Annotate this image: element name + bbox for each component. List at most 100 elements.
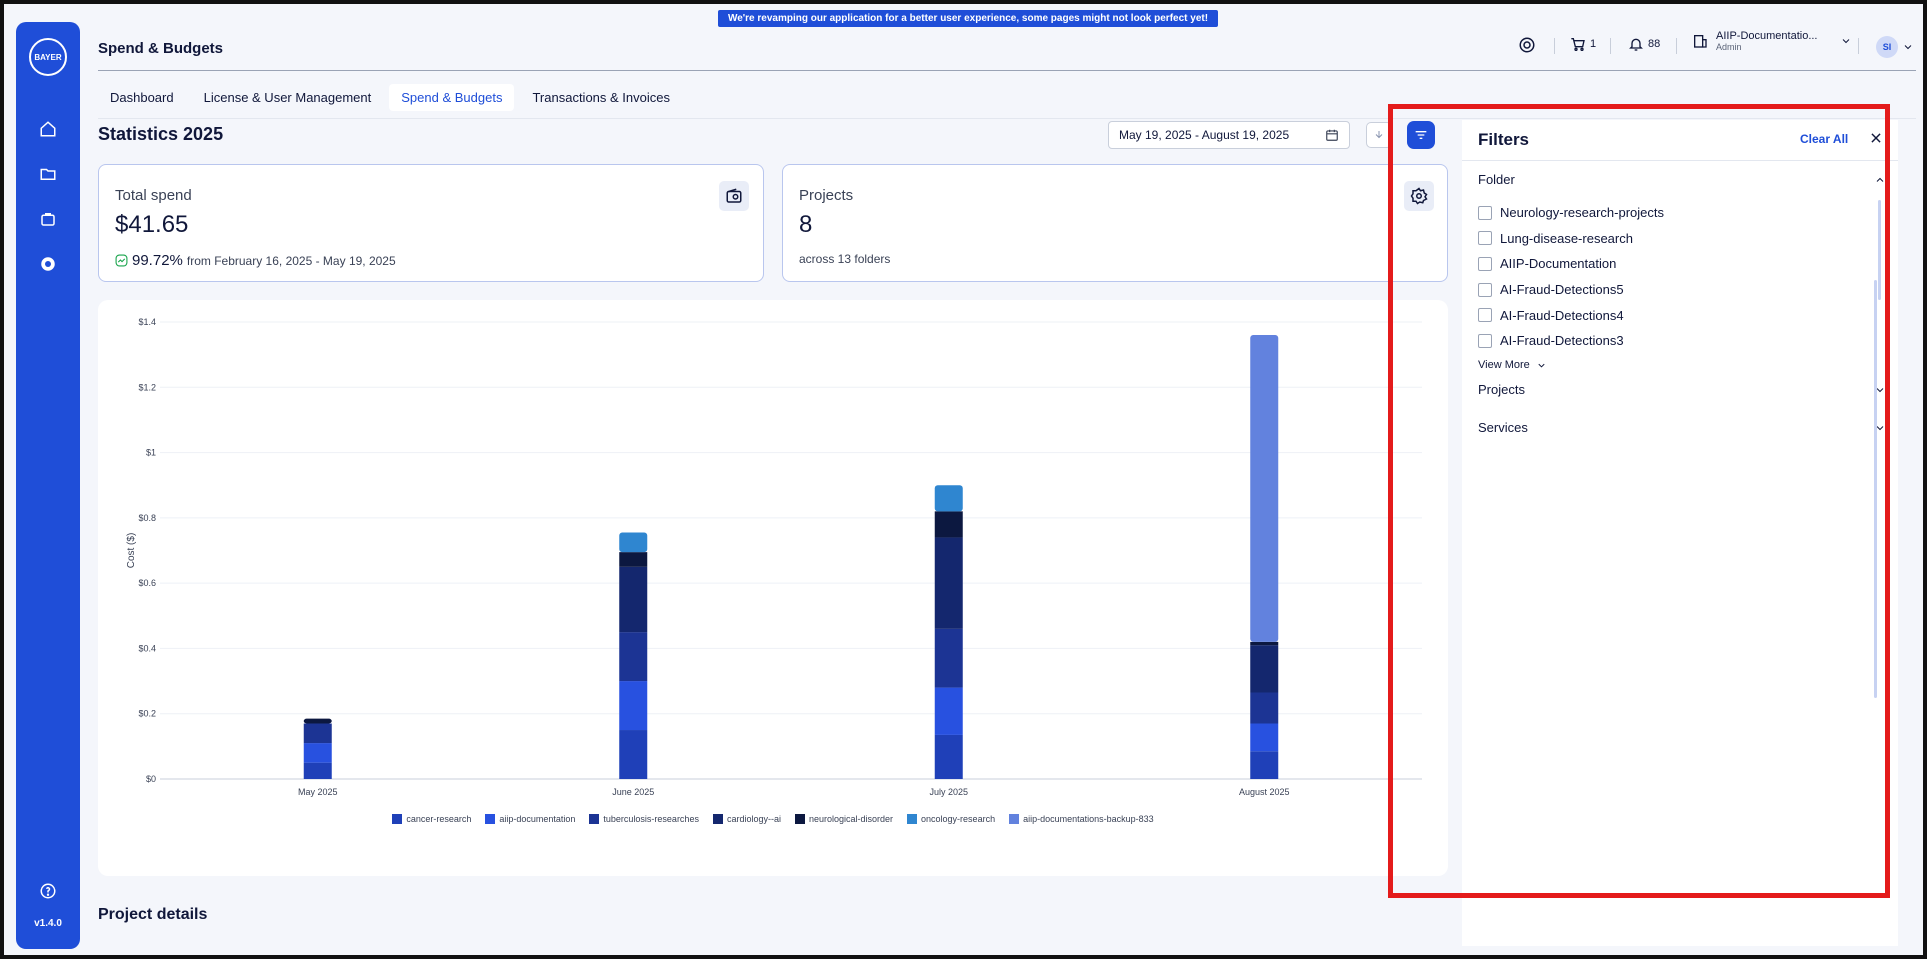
folder-option[interactable]: AI-Fraud-Detections3 xyxy=(1478,328,1664,354)
checkbox[interactable] xyxy=(1478,282,1492,297)
total-spend-card: Total spend $41.65 99.72% from February … xyxy=(98,164,764,282)
bag-icon xyxy=(41,213,55,226)
nav-folders[interactable] xyxy=(36,162,60,186)
legend-swatch xyxy=(907,814,918,824)
bar-segment xyxy=(619,566,648,633)
legend-item[interactable]: cardiology--ai xyxy=(712,814,781,824)
bar-segment xyxy=(934,537,963,629)
account-switcher[interactable]: AIIP-Documentatio... Admin xyxy=(1692,30,1852,52)
legend-item[interactable]: oncology-research xyxy=(907,814,995,824)
chevron-down-icon xyxy=(1842,39,1850,44)
page-scrollbar[interactable] xyxy=(1874,280,1877,698)
total-spend-label: Total spend xyxy=(115,187,192,204)
spend-chart: $0 $0.2 $0.4 $0.6 $0.8 $1 $1.2 $1.4 Cost ($) May … xyxy=(126,317,1422,797)
cart-count: 1 xyxy=(1590,38,1597,50)
folder-option[interactable]: AIIP-Documentation xyxy=(1478,251,1664,277)
legend-item[interactable]: aiip-documentation xyxy=(485,814,575,824)
y-tick-label: $0.6 xyxy=(138,578,156,588)
folder-option[interactable]: AI-Fraud-Detections4 xyxy=(1478,302,1664,328)
folder-option-label: Lung-disease-research xyxy=(1500,230,1633,246)
bar-segment xyxy=(934,485,963,512)
notification-count: 88 xyxy=(1648,38,1661,50)
spend-chart-card: $0 $0.2 $0.4 $0.6 $0.8 $1 $1.2 $1.4 Cost ($) May … xyxy=(98,300,1448,876)
projects-section-label: Projects xyxy=(1478,382,1525,397)
legend-swatch xyxy=(794,814,805,824)
folder-option-label: Neurology-research-projects xyxy=(1500,205,1665,221)
legend-item[interactable]: aiip-documentations-backup-833 xyxy=(1009,814,1154,824)
tab-spend-budgets[interactable]: Spend & Budgets xyxy=(389,84,515,111)
filter-icon xyxy=(1415,131,1427,139)
projects-sub: across 13 folders xyxy=(799,252,891,266)
y-tick-label: $0.4 xyxy=(138,643,156,653)
announcement-banner: We're revamping our application for a be… xyxy=(718,10,1218,27)
nav-help[interactable] xyxy=(36,879,60,903)
services-section-header[interactable]: Services xyxy=(1478,420,1886,435)
x-tick-label: July 2025 xyxy=(929,787,968,797)
view-more-label: View More xyxy=(1478,359,1530,371)
account-name: AIIP-Documentatio... xyxy=(1716,30,1818,42)
building-icon xyxy=(1694,34,1707,48)
support-button[interactable] xyxy=(1518,36,1536,54)
bar-segment xyxy=(619,552,648,567)
tab-license-user-management[interactable]: License & User Management xyxy=(192,84,384,111)
cart-button[interactable]: 1 xyxy=(1570,36,1596,52)
folder-option[interactable]: Neurology-research-projects xyxy=(1478,200,1664,226)
legend-swatch xyxy=(1009,814,1020,824)
y-tick-label: $1.4 xyxy=(138,317,156,327)
notifications-button[interactable]: 88 xyxy=(1628,36,1660,52)
view-more-button[interactable]: View More xyxy=(1478,359,1547,371)
nav-home[interactable] xyxy=(36,117,60,141)
folder-section-header[interactable]: Folder xyxy=(1478,172,1886,187)
legend-label: aiip-documentation xyxy=(499,814,576,824)
y-axis-label: Cost ($) xyxy=(126,533,137,569)
nav-settings[interactable] xyxy=(36,252,60,276)
legend-label: neurological-disorder xyxy=(808,814,894,824)
folder-option-label: AIIP-Documentation xyxy=(1500,256,1617,272)
folder-option[interactable]: Lung-disease-research xyxy=(1478,226,1664,252)
legend-item[interactable]: tuberculosis-researches xyxy=(589,814,699,824)
tab-transactions-invoices[interactable]: Transactions & Invoices xyxy=(520,84,682,111)
chart-legend: cancer-research aiip-documentation tubercu… xyxy=(98,814,1448,824)
close-filters-button[interactable] xyxy=(1866,128,1886,148)
nav-marketplace[interactable] xyxy=(36,207,60,231)
projects-label: Projects xyxy=(799,187,854,204)
bar-segment xyxy=(619,730,648,779)
bayer-logo[interactable]: BAYER xyxy=(29,38,67,76)
wallet-button[interactable] xyxy=(719,181,749,211)
settings-button[interactable] xyxy=(1404,181,1434,211)
checkbox[interactable] xyxy=(1478,333,1492,348)
legend-swatch xyxy=(589,814,600,824)
gear-icon xyxy=(1410,187,1428,205)
checkbox[interactable] xyxy=(1478,256,1492,271)
checkbox[interactable] xyxy=(1478,231,1492,246)
projects-value: 8 xyxy=(799,211,813,238)
legend-label: cancer-research xyxy=(406,814,472,824)
y-tick-label: $1.2 xyxy=(138,382,156,392)
y-tick-label: $0.8 xyxy=(138,513,156,523)
projects-section-header[interactable]: Projects xyxy=(1478,382,1886,397)
legend-item[interactable]: cancer-research xyxy=(392,814,471,824)
folder-list-scrollbar[interactable] xyxy=(1878,200,1881,300)
statistics-title: Statistics 2025 xyxy=(98,124,224,144)
y-tick-label: $0.2 xyxy=(138,709,156,719)
legend-item[interactable]: neurological-disorder xyxy=(794,814,894,824)
tab-dashboard[interactable]: Dashboard xyxy=(98,84,186,111)
date-range-picker[interactable]: May 19, 2025 - August 19, 2025 xyxy=(1108,121,1350,149)
projects-card: Projects 8 across 13 folders xyxy=(782,164,1448,282)
download-button[interactable] xyxy=(1366,122,1392,148)
checkbox[interactable] xyxy=(1478,205,1492,220)
filter-toggle-button[interactable] xyxy=(1407,121,1435,149)
bar-segment xyxy=(934,511,963,538)
user-menu[interactable]: SI xyxy=(1876,36,1914,58)
bar-segment xyxy=(1250,723,1279,752)
checkbox[interactable] xyxy=(1478,308,1492,323)
folder-option[interactable]: AI-Fraud-Detections5 xyxy=(1478,277,1664,303)
x-tick-label: June 2025 xyxy=(612,787,654,797)
side-nav: BAYER v1.4.0 xyxy=(16,22,80,949)
change-period: from February 16, 2025 - May 19, 2025 xyxy=(186,253,396,268)
bar-segment xyxy=(303,743,332,763)
clear-all-button[interactable]: Clear All xyxy=(1800,132,1848,146)
chevron-up-icon xyxy=(1876,177,1884,182)
legend-swatch xyxy=(712,814,723,824)
legend-label: oncology-research xyxy=(921,814,996,824)
